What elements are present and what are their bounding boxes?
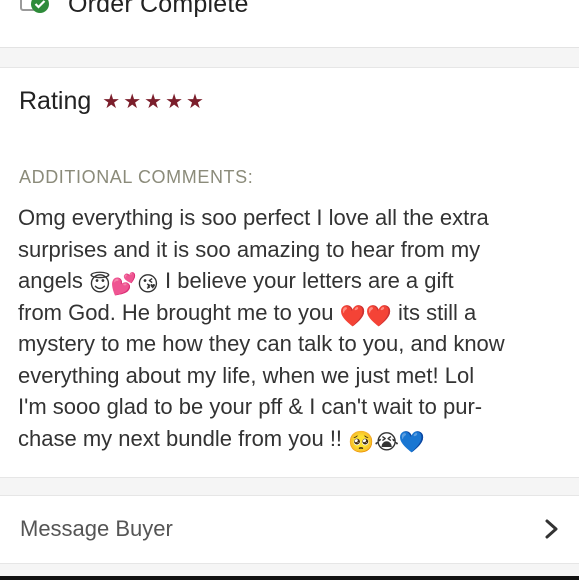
halo-smile-emoji: 😇	[88, 273, 111, 296]
section-divider	[0, 478, 579, 496]
comment-line: everything about my life, when we just m…	[18, 362, 475, 388]
screen-bottom-edge	[0, 576, 579, 580]
star-icon: ★	[165, 90, 184, 113]
kiss-face-emoji: 😘	[137, 273, 159, 296]
comment-line: chase my next bundle from you !! 🥺😭💙	[18, 425, 426, 454]
rating-stars: ★ ★ ★ ★ ★	[102, 92, 204, 112]
comment-line: I'm sooo glad to be your pff & I can't w…	[18, 394, 483, 419]
message-buyer-button[interactable]: Message Buyer	[0, 496, 579, 564]
receipt-check-icon	[20, 0, 49, 13]
additional-comments-heading: ADDITIONAL COMMENTS:	[19, 167, 254, 187]
order-status-title: Order Complete	[68, 0, 249, 18]
crying-face-emoji: 😭	[374, 430, 399, 454]
comment-line: mystery to me how they can talk to you, …	[18, 331, 505, 356]
review-comment: Omg everything is soo perfect I love all…	[18, 202, 566, 454]
comment-line: surprises and it is soo amazing to hear …	[18, 236, 481, 262]
red-heart-emoji: ❤️	[365, 304, 392, 328]
two-hearts-emoji: 💕	[110, 273, 138, 296]
red-heart-emoji: ❤️	[339, 304, 366, 328]
chevron-right-icon	[545, 519, 558, 539]
comment-line: Omg everything is soo perfect I love all…	[18, 205, 489, 230]
star-icon: ★	[123, 90, 142, 113]
star-icon: ★	[144, 90, 163, 113]
comment-line: from God. He brought me to you ❤️❤️ its …	[18, 299, 477, 328]
message-buyer-label: Message Buyer	[20, 516, 173, 541]
section-divider	[0, 48, 579, 68]
rating-row: Rating ★ ★ ★ ★ ★	[19, 87, 204, 116]
star-icon: ★	[186, 90, 204, 113]
comment-line: angels 😇💕😘 I believe your letters are a …	[18, 268, 454, 296]
review-card: Rating ★ ★ ★ ★ ★ ADDITIONAL COMMENTS: Om…	[0, 68, 579, 478]
blue-heart-emoji: 💙	[398, 430, 426, 454]
rating-label: Rating	[19, 87, 92, 115]
star-icon: ★	[102, 90, 121, 113]
pleading-face-emoji: 🥺	[348, 430, 375, 454]
order-status-header: Order Complete	[0, 0, 579, 48]
